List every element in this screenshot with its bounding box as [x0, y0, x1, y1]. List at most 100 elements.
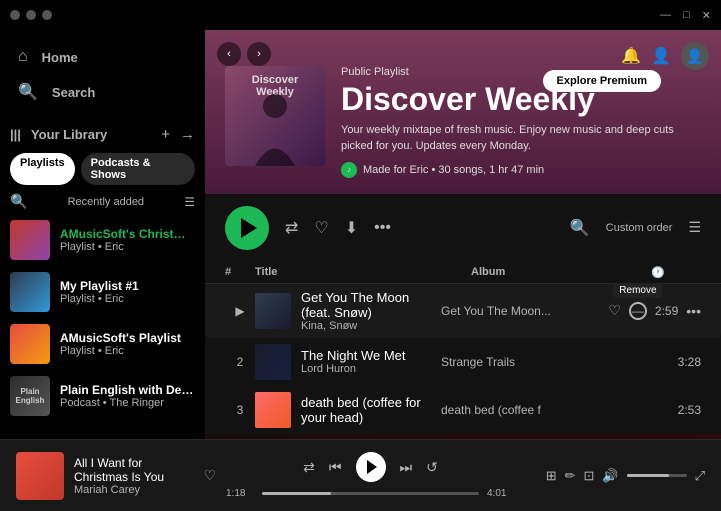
dot-3 [42, 10, 52, 20]
maximize-button[interactable]: □ [683, 9, 690, 21]
track-duration: 2:53 [678, 403, 701, 417]
play-all-button[interactable] [225, 206, 269, 250]
close-button[interactable]: ✕ [702, 9, 711, 22]
header-nav-buttons: ‹ › [217, 42, 271, 66]
progress-bar-row: 1:18 4:01 [226, 488, 515, 499]
track-duration-col: 3:28 [621, 355, 701, 369]
home-icon: ⌂ [18, 48, 28, 66]
track-play-icon[interactable]: ▶ [235, 304, 244, 318]
playlist-list: AMusicSoft's Christmas... Playlist • Eri… [0, 214, 205, 439]
library-add-button[interactable]: + [161, 126, 170, 143]
download-icon[interactable]: ⬇ [345, 218, 358, 238]
fullscreen-icon[interactable]: ⤢ [695, 468, 705, 484]
search-filter-row: 🔍 Recently added ☰ [0, 191, 205, 214]
remove-button[interactable]: — [629, 302, 647, 320]
made-for-label: Made for Eric • 30 songs, 1 hr 47 min [363, 164, 544, 176]
track-thumbnail [255, 344, 291, 380]
progress-bar[interactable] [262, 492, 479, 495]
library-title: Your Library [31, 127, 107, 142]
window-controls[interactable]: — □ ✕ [660, 9, 711, 22]
sidebar-nav: ⌂ Home 🔍 Search [0, 30, 205, 120]
playlist-info: My Playlist #1 Playlist • Eric [60, 279, 195, 305]
list-item[interactable]: Plain English Plain English with Derek..… [4, 370, 201, 422]
playlist-name: My Playlist #1 [60, 279, 195, 293]
playlist-thumb [10, 220, 50, 260]
track-area: ⇄ ♡ ⬇ ••• 🔍 Custom order ☰ # Title Album… [205, 194, 721, 439]
col-duration: 🕐 [651, 266, 701, 279]
player-prev-icon[interactable]: ⏮ [329, 459, 342, 476]
avatar[interactable]: 👤 [681, 42, 709, 70]
table-row[interactable]: ▶ Get You The Moon (feat. Snøw) Kina, Sn… [205, 284, 721, 338]
friends-icon[interactable]: 👤 [651, 46, 671, 66]
track-number: ▶ [225, 304, 255, 318]
track-title-col: death bed (coffee for your head) [255, 392, 441, 428]
forward-button[interactable]: › [247, 42, 271, 66]
library-arrow-button[interactable]: → [180, 126, 195, 143]
library-tabs: Playlists Podcasts & Shows [0, 147, 205, 191]
track-duration-col: ♡ Remove — 2:59 ••• [621, 302, 701, 320]
playlist-meta: Podcast • The Ringer [60, 397, 195, 409]
sort-icon[interactable]: ☰ [688, 219, 701, 236]
more-icon[interactable]: ••• [686, 303, 701, 319]
playlist-name: Plain English with Derek... [60, 383, 195, 397]
track-thumbnail [255, 293, 291, 329]
playlist-meta: Playlist • Eric [60, 241, 195, 253]
back-button[interactable]: ‹ [217, 42, 241, 66]
filter-search-icon[interactable]: 🔍 [10, 193, 27, 210]
track-number: 2 [225, 355, 255, 369]
library-header: ||| Your Library + → [0, 120, 205, 147]
explore-premium-button[interactable]: Explore Premium [543, 70, 661, 92]
playlist-description: Your weekly mixtape of fresh music. Enjo… [341, 123, 691, 154]
queue-icon[interactable]: ⊞ [546, 468, 557, 484]
dot-1 [10, 10, 20, 20]
player-next-icon[interactable]: ⏭ [400, 459, 413, 476]
player-heart-icon[interactable]: ♡ [203, 467, 216, 484]
track-details: Get You The Moon (feat. Snøw) Kina, Snøw [301, 290, 441, 332]
list-item[interactable]: AMusicSoft's Christmas... Playlist • Eri… [4, 214, 201, 266]
shuffle-icon[interactable]: ⇄ [285, 218, 298, 238]
playlist-info: AMusicSoft's Playlist Playlist • Eric [60, 331, 195, 357]
search-icon: 🔍 [18, 82, 38, 102]
sidebar-search-label: Search [52, 85, 95, 100]
more-options-icon[interactable]: ••• [374, 219, 391, 237]
list-item[interactable]: AMusicSoft's Playlist Playlist • Eric [4, 318, 201, 370]
tab-podcasts[interactable]: Podcasts & Shows [81, 153, 195, 185]
minimize-button[interactable]: — [660, 9, 671, 21]
player-play-triangle [367, 460, 377, 474]
sidebar-item-home[interactable]: ⌂ Home [8, 40, 197, 74]
volume-bar[interactable] [627, 474, 687, 477]
track-details: The Night We Met Lord Huron [301, 348, 406, 375]
playlist-thumb [10, 324, 50, 364]
player-center: ⇄ ⏮ ⏭ ↺ 1:18 4:01 [226, 452, 515, 499]
player-play-button[interactable] [356, 452, 386, 482]
playlist-thumb [10, 272, 50, 312]
heart-icon[interactable]: ♡ [608, 302, 621, 319]
library-title-row: ||| Your Library [10, 127, 107, 142]
player-repeat-icon[interactable]: ↺ [426, 459, 438, 476]
sidebar-item-search[interactable]: 🔍 Search [8, 74, 197, 110]
playlist-meta: Playlist • Eric [60, 293, 195, 305]
title-bar: — □ ✕ [0, 0, 721, 30]
like-icon[interactable]: ♡ [314, 218, 328, 238]
notifications-icon[interactable]: 🔔 [621, 46, 641, 66]
sidebar-home-label: Home [42, 50, 78, 65]
lyrics-icon[interactable]: ⊡ [584, 468, 595, 484]
player-shuffle-icon[interactable]: ⇄ [303, 459, 315, 476]
volume-icon[interactable]: 🔊 [602, 468, 618, 484]
search-tracks-icon[interactable]: 🔍 [570, 218, 590, 238]
playlist-made-by: ♪ Made for Eric • 30 songs, 1 hr 47 min [341, 162, 701, 178]
remove-tooltip: Remove [613, 283, 662, 298]
connect-device-icon[interactable]: ✏ [565, 468, 576, 484]
table-row[interactable]: 3 death bed (coffee for your head) death… [205, 386, 721, 434]
playlist-info: AMusicSoft's Christmas... Playlist • Eri… [60, 227, 195, 253]
library-icons[interactable]: + → [161, 126, 195, 143]
table-row[interactable]: 2 The Night We Met Lord Huron Strange Tr… [205, 338, 721, 386]
playlist-info: Plain English with Derek... Podcast • Th… [60, 383, 195, 409]
filter-sort-icon[interactable]: ☰ [184, 195, 195, 209]
tab-playlists[interactable]: Playlists [10, 153, 75, 185]
track-table-header: # Title Album 🕐 [205, 262, 721, 284]
track-duration: 2:59 [655, 304, 678, 318]
playlist-thumb: Plain English [10, 376, 50, 416]
spotify-icon: ♪ [341, 162, 357, 178]
list-item[interactable]: My Playlist #1 Playlist • Eric [4, 266, 201, 318]
